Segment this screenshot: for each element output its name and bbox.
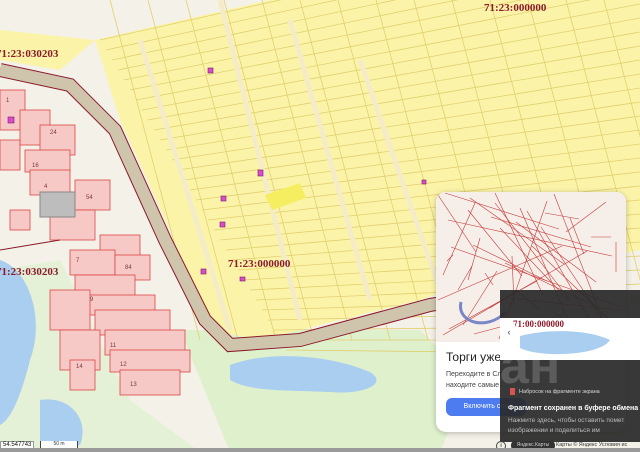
snip-tool-icon [510, 388, 515, 395]
snip-body-line: изображении и поделиться им [508, 427, 600, 434]
plot-number: 4 [44, 184, 48, 190]
building-marker [257, 169, 264, 177]
urban-parcel [119, 369, 181, 396]
plot-number: 11 [110, 343, 117, 349]
building-marker [7, 116, 15, 124]
plot-number: 12 [120, 362, 127, 368]
cadastral-label: 71:23:030203 [0, 48, 59, 60]
cadastral-label: 71:00:000000 [513, 319, 564, 329]
plot-number: 9 [90, 297, 94, 303]
bottom-bar [0, 448, 640, 452]
building-marker [200, 268, 207, 275]
cadastral-label: 71:23:000000 [484, 2, 547, 14]
snip-title: Фрагмент сохранен в буфере обмена [508, 405, 639, 412]
building-marker [421, 179, 427, 185]
plot-number: 54 [86, 195, 93, 201]
urban-parcel [29, 169, 71, 196]
plot-number: 14 [76, 364, 83, 370]
urban-parcel [109, 349, 191, 373]
building-marker [207, 67, 214, 74]
watermark: ан [500, 337, 561, 395]
snip-body-line: Нажмите здесь, чтобы оставить помет [508, 417, 625, 424]
plot-number: 7 [76, 258, 80, 264]
plot-number: 24 [50, 130, 57, 136]
plot-number: 13 [130, 382, 137, 388]
building-marker [219, 221, 226, 228]
building-marker [239, 276, 246, 282]
plot-number: 84 [125, 265, 132, 271]
building-marker [220, 195, 227, 202]
building [39, 191, 76, 218]
cadastral-label: 71:23:000000 [228, 258, 291, 270]
snip-app-name: Набросок на фрагменте экрана [519, 389, 600, 395]
snip-body: Нажмите здесь, чтобы оставить помет изоб… [508, 416, 624, 436]
plot-number: 16 [32, 163, 39, 169]
urban-parcel [9, 209, 31, 231]
cadastral-label: 71:23:030203 [0, 266, 59, 278]
urban-parcel [0, 139, 21, 171]
plot-number: 1 [6, 98, 10, 104]
urban-parcel [49, 289, 91, 331]
